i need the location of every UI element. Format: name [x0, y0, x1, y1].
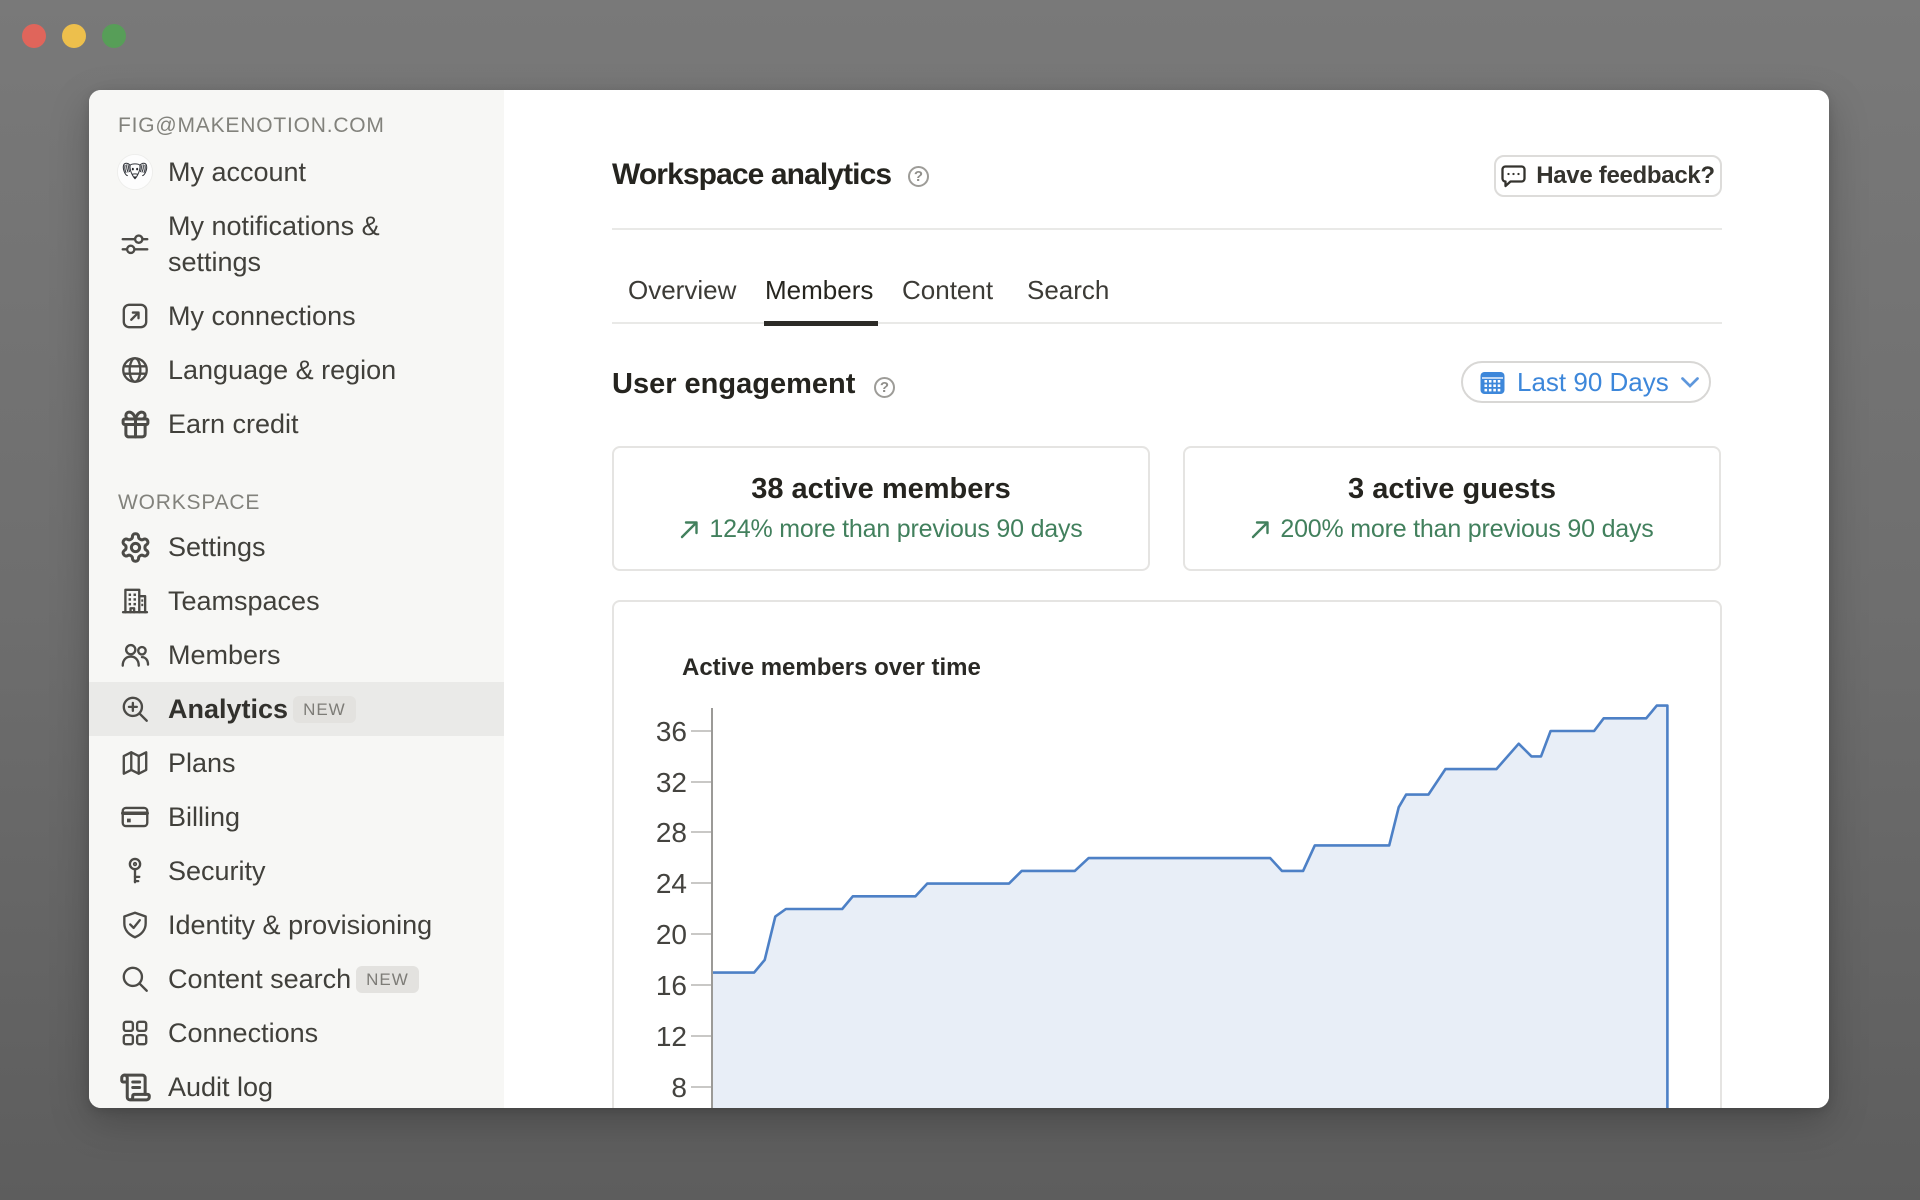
svg-text:24: 24 [656, 868, 687, 899]
svg-text:28: 28 [656, 817, 687, 848]
svg-text:16: 16 [656, 970, 687, 1001]
svg-text:32: 32 [656, 767, 687, 798]
svg-text:20: 20 [656, 919, 687, 950]
svg-text:36: 36 [656, 716, 687, 747]
svg-text:8: 8 [671, 1072, 687, 1103]
svg-text:12: 12 [656, 1021, 687, 1052]
